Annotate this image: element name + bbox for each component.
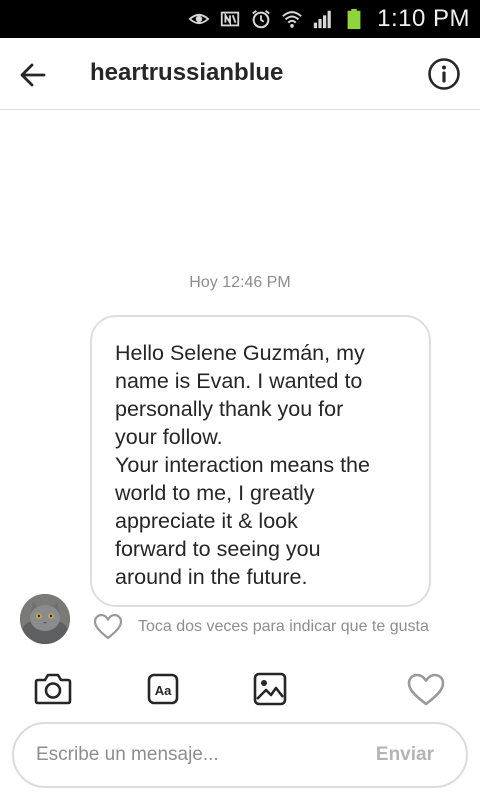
- image-gallery-icon[interactable]: [250, 669, 290, 709]
- heart-outline-icon[interactable]: [92, 612, 124, 642]
- message-input[interactable]: [36, 740, 356, 770]
- status-time: 1:10 PM: [377, 5, 470, 32]
- svg-text:Aa: Aa: [155, 683, 172, 698]
- battery-icon: [342, 7, 366, 31]
- like-hint-row: Toca dos veces para indicar que te gusta: [92, 612, 429, 642]
- heart-icon[interactable]: [406, 670, 446, 710]
- conversation-header: heartrussianblue: [0, 38, 480, 110]
- message-composer: Enviar: [12, 722, 468, 788]
- eye-icon: [187, 7, 211, 31]
- arrow-left-icon[interactable]: [16, 58, 50, 92]
- alarm-icon: [249, 7, 273, 31]
- signal-icon: [311, 7, 335, 31]
- message-text: Hello Selene Guzmán, my name is Evan. I …: [115, 341, 370, 589]
- like-hint-text: Toca dos veces para indicar que te gusta: [138, 618, 429, 635]
- status-bar: 1:10 PM: [0, 0, 480, 38]
- info-circle-icon[interactable]: [426, 56, 462, 92]
- send-button[interactable]: Enviar: [376, 744, 434, 766]
- nfc-icon: [218, 7, 242, 31]
- message-timestamp: Hoy 12:46 PM: [189, 274, 291, 291]
- avatar[interactable]: [20, 594, 70, 644]
- page-title[interactable]: heartrussianblue: [90, 59, 283, 87]
- wifi-icon: [280, 7, 304, 31]
- message-bubble[interactable]: Hello Selene Guzmán, my name is Evan. I …: [90, 315, 431, 607]
- text-format-icon[interactable]: Aa: [143, 669, 183, 709]
- camera-icon[interactable]: [33, 668, 73, 708]
